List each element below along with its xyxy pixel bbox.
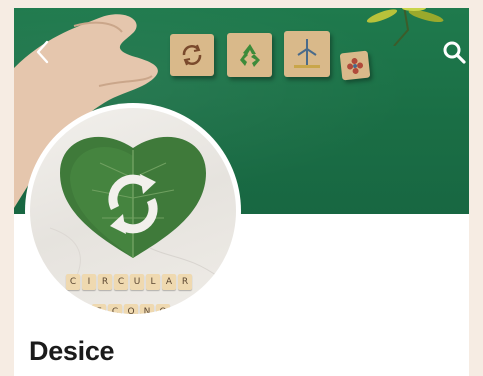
- tile: N: [140, 304, 154, 314]
- tile: R: [178, 274, 192, 290]
- profile-name: Desice: [29, 336, 115, 366]
- refresh-arrows-block: [170, 34, 214, 76]
- chevron-left-icon: [36, 40, 49, 64]
- tile: C: [66, 274, 80, 290]
- tile: O: [124, 304, 138, 314]
- tile: O: [156, 304, 170, 314]
- tile: U: [130, 274, 144, 290]
- tile: C: [108, 304, 122, 314]
- flower-icon: [347, 57, 363, 74]
- search-icon: [443, 41, 466, 64]
- search-button[interactable]: [440, 38, 468, 66]
- tile: C: [114, 274, 128, 290]
- profile-card: C I R C U L A R E C O N O Desice: [14, 8, 469, 376]
- wind-turbine-block: [284, 31, 330, 77]
- tiles-row-circular: C I R C U L A R: [66, 274, 192, 290]
- tile: I: [82, 274, 96, 290]
- tiles-row-econo: E C O N O: [92, 304, 170, 314]
- recycle-icon: [239, 44, 260, 67]
- refresh-arrows-icon: [182, 44, 202, 66]
- tile: R: [98, 274, 112, 290]
- recycle-block: [227, 33, 272, 77]
- tile: E: [92, 304, 106, 314]
- back-button[interactable]: [30, 38, 54, 66]
- tile: L: [146, 274, 160, 290]
- flower-block: [339, 50, 371, 81]
- wind-turbine-icon: [294, 39, 320, 68]
- tile: A: [162, 274, 176, 290]
- avatar[interactable]: C I R C U L A R E C O N O: [30, 108, 236, 314]
